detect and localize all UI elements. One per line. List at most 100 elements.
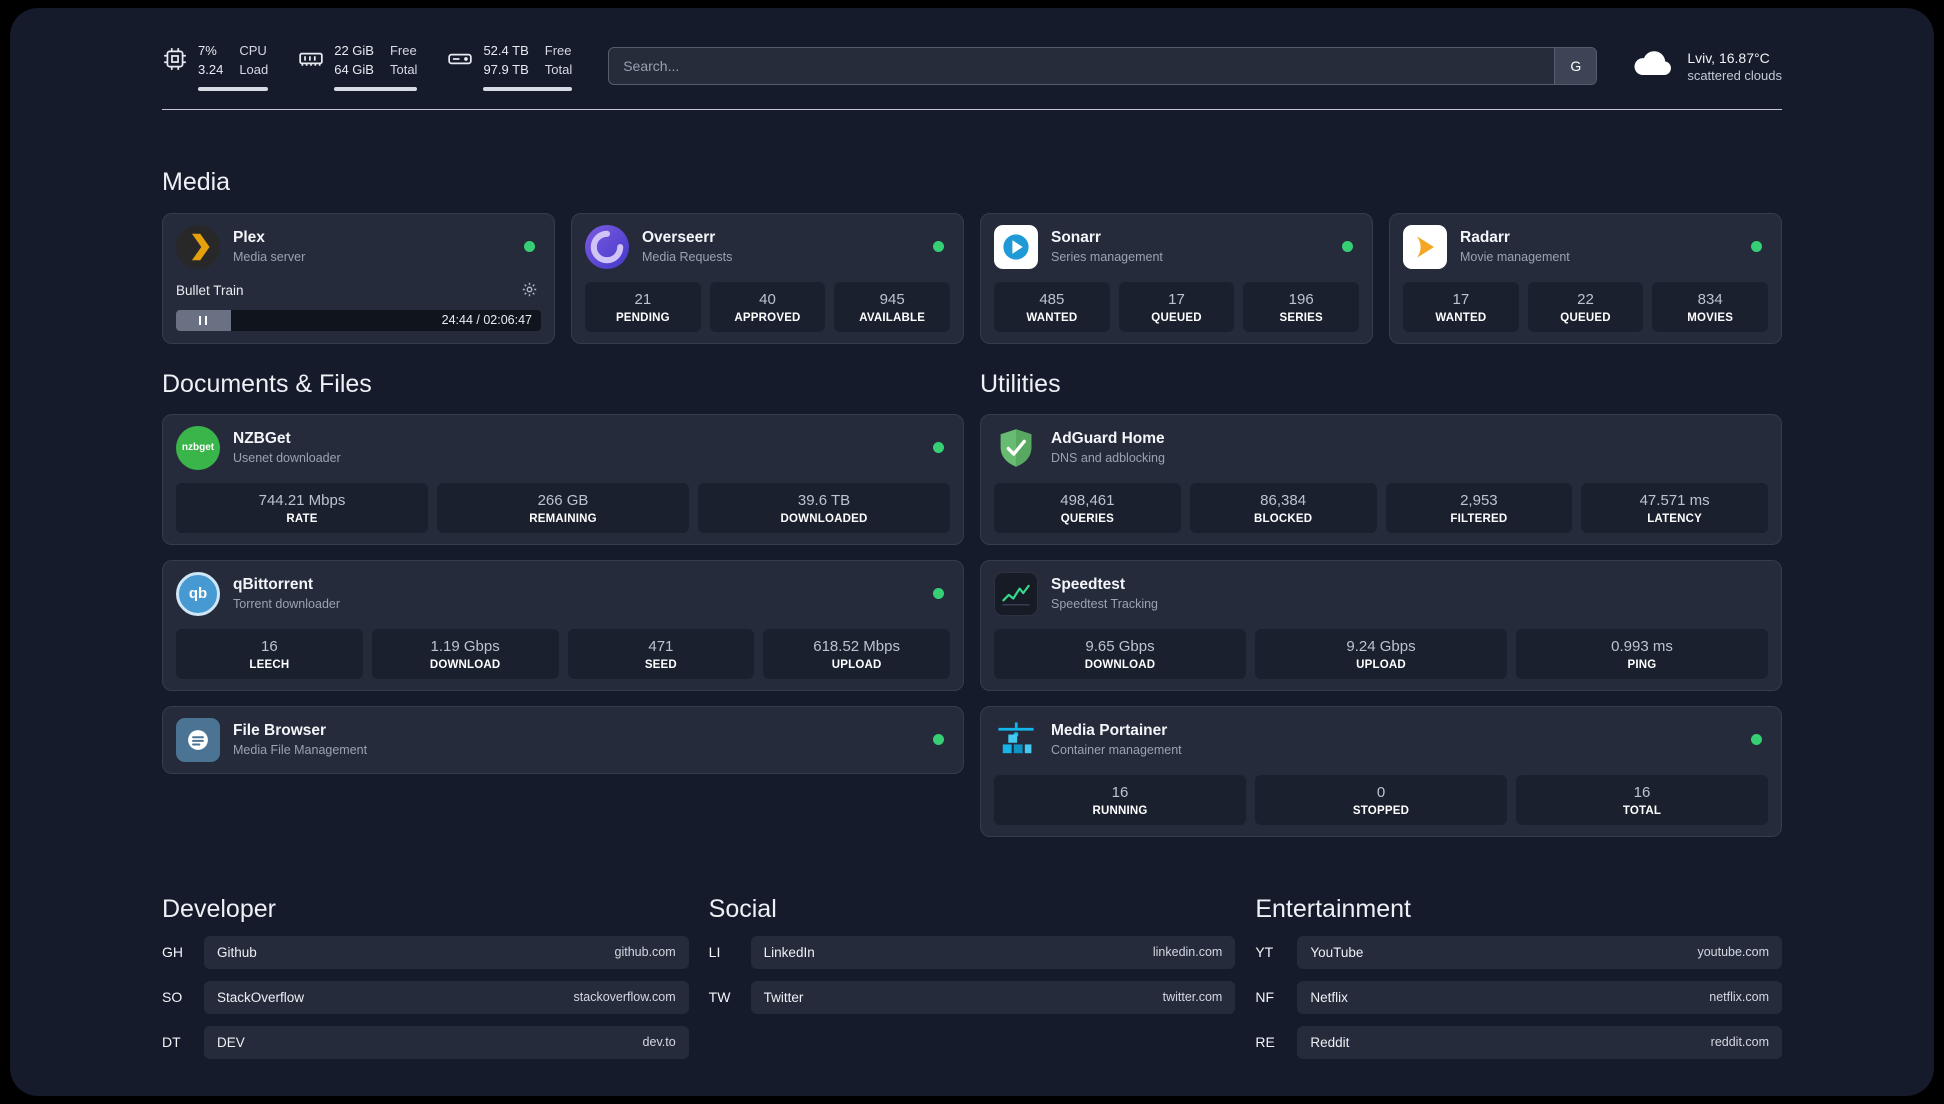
app-card-qbittorrent[interactable]: qb qBittorrent Torrent downloader 16 LEE…	[162, 559, 964, 691]
app-subtitle: Container management	[1051, 743, 1182, 758]
metric-disk: 52.4 TB 97.9 TB Free Total	[447, 42, 573, 91]
search-input[interactable]	[608, 47, 1598, 86]
bookmark-abbr: GH	[162, 944, 183, 961]
stat-value: 0	[1376, 783, 1386, 801]
stat-download: 9.65 Gbps DOWNLOAD	[994, 628, 1246, 679]
stat-upload: 9.24 Gbps UPLOAD	[1255, 628, 1507, 679]
app-card-filebrowser[interactable]: File Browser Media File Management	[162, 705, 964, 774]
bookmark-link-dev[interactable]: DEV dev.to	[204, 1025, 689, 1059]
cloud-icon	[1631, 48, 1675, 85]
stat-label: QUERIES	[1060, 512, 1114, 525]
stat-download: 1.19 Gbps DOWNLOAD	[371, 628, 559, 679]
stat-wanted: 17 WANTED	[1403, 281, 1519, 332]
ram-total-label: Total	[389, 61, 418, 77]
bookmark-link-stackoverflow[interactable]: StackOverflow stackoverflow.com	[204, 980, 689, 1014]
now-playing-title: Bullet Train	[176, 283, 244, 299]
disk-icon	[447, 42, 473, 72]
bookmark-link-github[interactable]: Github github.com	[204, 935, 689, 969]
nzbget-icon: nzbget	[176, 425, 220, 470]
status-dot	[933, 442, 944, 454]
stat-value: 2,953	[1460, 491, 1498, 509]
status-dot	[933, 734, 944, 746]
stat-value: 86,384	[1260, 491, 1307, 509]
stat-label: STOPPED	[1352, 804, 1410, 817]
disk-total-value: 97.9 TB	[483, 61, 529, 77]
app-card-overseerr[interactable]: Overseerr Media Requests 21 PENDING 40 A…	[571, 212, 964, 344]
app-card-speedtest[interactable]: Speedtest Speedtest Tracking 9.65 Gbps D…	[980, 559, 1782, 691]
cpu-percent: 7%	[198, 43, 217, 58]
qbittorrent-icon: qb	[176, 571, 220, 616]
bookmark-abbr: SO	[162, 989, 183, 1006]
stat-value: 0.993 ms	[1611, 637, 1673, 655]
section-title-social: Social	[708, 894, 777, 923]
utilities-column: Utilities AdGuard Home DNS and adblockin…	[980, 370, 1782, 837]
stat-running: 16 RUNNING	[994, 774, 1246, 825]
bookmark-link-linkedin[interactable]: LinkedIn linkedin.com	[750, 935, 1236, 969]
bookmark-link-twitter[interactable]: Twitter twitter.com	[750, 980, 1236, 1014]
stat-total: 16 TOTAL	[1516, 774, 1768, 825]
stat-filtered: 2,953 FILTERED	[1385, 482, 1573, 533]
playback-progress-bar[interactable]: 24:44 / 02:06:47	[176, 309, 541, 331]
cpu-load-label: Load	[239, 61, 269, 77]
stat-upload: 618.52 Mbps UPLOAD	[763, 628, 950, 679]
stat-value: 945	[879, 290, 905, 308]
stat-movies: 834 MOVIES	[1652, 281, 1769, 332]
stat-value: 22	[1577, 290, 1594, 308]
stat-value: 17	[1452, 290, 1470, 308]
app-subtitle: Torrent downloader	[233, 597, 341, 612]
app-name: NZBGet	[233, 430, 291, 448]
cpu-chip-icon	[162, 42, 188, 72]
bookmark-row-reddit: RE Reddit reddit.com	[1255, 1025, 1783, 1059]
bookmark-name: LinkedIn	[763, 944, 815, 960]
portainer-icon	[994, 718, 1038, 762]
stat-seed: 471 SEED	[567, 628, 755, 679]
app-card-plex[interactable]: Plex Media server Bullet Train 24:44 / 0…	[162, 212, 555, 344]
stat-value: 618.52 Mbps	[813, 637, 900, 655]
stat-label: UPLOAD	[831, 658, 882, 671]
disk-free-label: Free	[544, 43, 572, 58]
section-title-utilities: Utilities	[980, 369, 1061, 398]
stat-available: 945 AVAILABLE	[834, 281, 951, 332]
bookmark-name: YouTube	[1310, 944, 1364, 960]
status-dot	[1342, 241, 1353, 253]
cpu-load-value: 3.24	[198, 61, 224, 77]
plex-icon	[176, 224, 220, 269]
stat-queued: 17 QUEUED	[1118, 281, 1235, 332]
bookmark-link-youtube[interactable]: YouTube youtube.com	[1297, 935, 1783, 969]
stat-value: 9.65 Gbps	[1085, 637, 1155, 655]
bookmark-abbr: YT	[1255, 944, 1274, 961]
stat-rate: 744.21 Mbps RATE	[176, 482, 428, 533]
section-title-documents: Documents & Files	[162, 369, 372, 398]
bookmark-url: reddit.com	[1710, 1035, 1770, 1050]
app-card-portainer[interactable]: Media Portainer Container management 16 …	[980, 705, 1782, 837]
bookmark-abbr: LI	[708, 944, 721, 961]
bookmark-link-reddit[interactable]: Reddit reddit.com	[1297, 1025, 1783, 1059]
ram-total-value: 64 GiB	[334, 61, 374, 77]
section-title-entertainment: Entertainment	[1255, 894, 1411, 923]
weather-widget: Lviv, 16.87°C scattered clouds	[1631, 48, 1782, 85]
app-card-adguard[interactable]: AdGuard Home DNS and adblocking 498,461 …	[980, 413, 1782, 545]
stat-value: 471	[648, 637, 674, 655]
search-engine-button[interactable]: G	[1554, 48, 1597, 85]
bookmark-abbr: DT	[162, 1034, 181, 1051]
overseerr-icon	[585, 224, 629, 269]
stat-value: 21	[634, 290, 652, 308]
bookmark-name: Reddit	[1310, 1034, 1350, 1050]
topbar-divider	[162, 108, 1782, 110]
gear-icon[interactable]	[521, 281, 541, 301]
bookmark-url: github.com	[614, 945, 676, 960]
stat-label: RUNNING	[1092, 804, 1148, 817]
stat-label: DOWNLOAD	[1084, 658, 1156, 671]
weather-condition: scattered clouds	[1687, 67, 1782, 83]
ram-meter	[334, 86, 418, 91]
app-card-nzbget[interactable]: nzbget NZBGet Usenet downloader 744.21 M…	[162, 413, 964, 545]
app-card-radarr[interactable]: Radarr Movie management 17 WANTED 22 QUE…	[1389, 212, 1782, 344]
stat-label: MOVIES	[1687, 311, 1734, 324]
stat-value: 17	[1168, 290, 1185, 308]
pause-icon[interactable]	[199, 315, 208, 325]
stat-pending: 21 PENDING	[585, 281, 701, 332]
stat-value: 47.571 ms	[1639, 491, 1710, 509]
app-card-sonarr[interactable]: Sonarr Series management 485 WANTED 17 Q…	[980, 212, 1373, 344]
bookmark-link-netflix[interactable]: Netflix netflix.com	[1297, 980, 1783, 1014]
app-name: Overseerr	[642, 229, 716, 247]
